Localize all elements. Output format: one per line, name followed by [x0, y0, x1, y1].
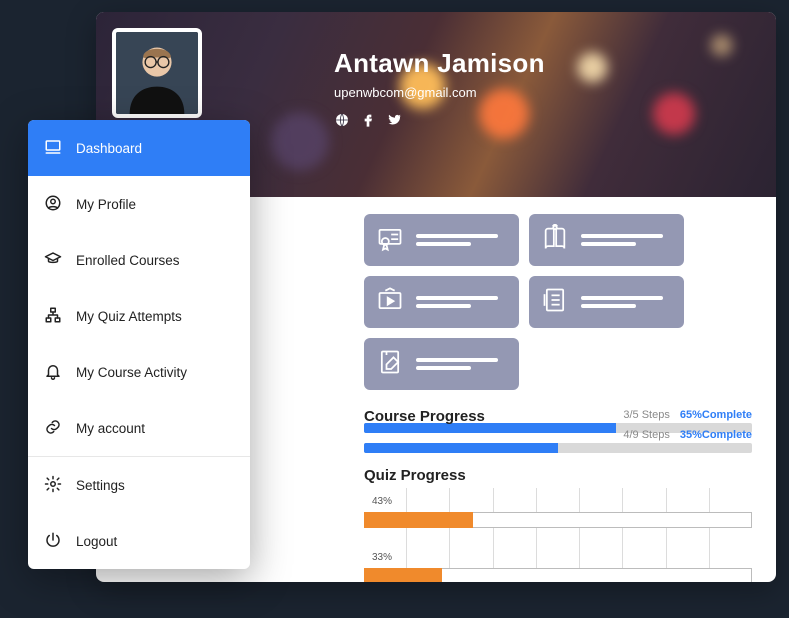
gear-icon: [44, 475, 62, 496]
percent-complete: 35%Complete: [680, 429, 752, 441]
sidebar-item-logout[interactable]: Logout: [28, 513, 250, 569]
note-edit-icon: [376, 348, 404, 381]
percent-complete: 65%Complete: [680, 409, 752, 421]
progress-bar: [364, 443, 752, 453]
stat-tile[interactable]: [529, 214, 684, 266]
sidebar-item-label: My Quiz Attempts: [76, 309, 182, 324]
video-play-icon: [376, 286, 404, 319]
globe-icon[interactable]: [334, 112, 350, 133]
stat-tile[interactable]: [364, 338, 519, 390]
bell-icon: [44, 362, 62, 383]
user-circle-icon: [44, 194, 62, 215]
facebook-icon[interactable]: [360, 112, 376, 133]
main-content: Course Progress 3/5 Steps65%Complete4/9 …: [356, 202, 760, 582]
avatar[interactable]: [112, 28, 202, 118]
link-icon: [44, 418, 62, 439]
sidebar-item-dashboard[interactable]: Dashboard: [28, 120, 250, 176]
sidebar-item-label: Dashboard: [76, 141, 142, 156]
sidebar-item-label: Settings: [76, 478, 125, 493]
quiz-bar-label: 33%: [372, 552, 392, 563]
power-icon: [44, 531, 62, 552]
sidebar-item-enrolled-courses[interactable]: Enrolled Courses: [28, 232, 250, 288]
sidebar-item-settings[interactable]: Settings: [28, 457, 250, 513]
quiz-progress-heading: Quiz Progress: [364, 467, 752, 484]
sitemap-icon: [44, 306, 62, 327]
user-name: Antawn Jamison: [334, 48, 545, 79]
sidebar-item-label: Enrolled Courses: [76, 253, 180, 268]
sidebar-item-my-account[interactable]: My account: [28, 400, 250, 456]
quiz-bar-row: 43%: [364, 494, 752, 540]
quiz-progress-chart: 43% 33%: [364, 488, 752, 582]
steps-label: 4/9 Steps: [623, 429, 669, 441]
stat-tile[interactable]: [364, 276, 519, 328]
certificate-icon: [376, 224, 404, 257]
sidebar-item-label: My Profile: [76, 197, 136, 212]
steps-label: 3/5 Steps: [623, 409, 669, 421]
monitor-icon: [44, 138, 62, 159]
quiz-bar-label: 43%: [372, 496, 392, 507]
sidebar-item-label: My account: [76, 421, 145, 436]
user-email: upenwbcom@gmail.com: [334, 85, 545, 100]
graduation-cap-icon: [44, 250, 62, 271]
sidebar: Dashboard My Profile Enrolled Courses My Qu…: [28, 120, 250, 569]
twitter-icon[interactable]: [386, 112, 402, 133]
checklist-icon: [541, 286, 569, 319]
sidebar-item-label: My Course Activity: [76, 365, 187, 380]
stat-tiles: [364, 214, 752, 390]
sidebar-item-my-quiz-attempts[interactable]: My Quiz Attempts: [28, 288, 250, 344]
quiz-bar-row: 33%: [364, 550, 752, 582]
book-idea-icon: [541, 224, 569, 257]
sidebar-item-my-course-activity[interactable]: My Course Activity: [28, 344, 250, 400]
sidebar-item-my-profile[interactable]: My Profile: [28, 176, 250, 232]
social-links: [334, 112, 545, 133]
stat-tile[interactable]: [364, 214, 519, 266]
sidebar-item-label: Logout: [76, 534, 117, 549]
stat-tile[interactable]: [529, 276, 684, 328]
